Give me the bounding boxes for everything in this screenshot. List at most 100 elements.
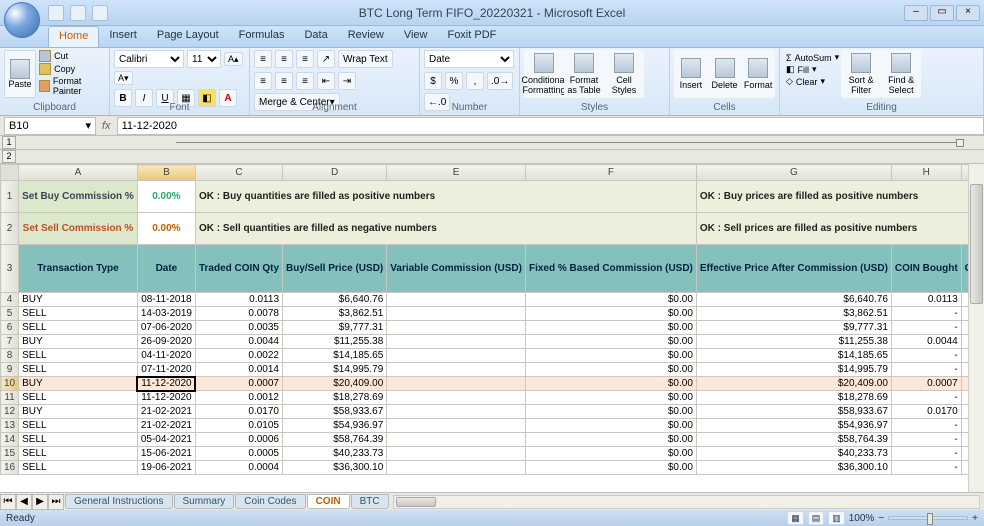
- sheet-tab-coin[interactable]: COIN: [307, 494, 350, 509]
- cell-A4[interactable]: BUY: [19, 293, 138, 307]
- cell-A13[interactable]: SELL: [19, 419, 138, 433]
- cell-F4[interactable]: $0.00: [525, 293, 696, 307]
- cell-G6[interactable]: $9,777.31: [696, 321, 891, 335]
- row-header-7[interactable]: 7: [1, 335, 19, 349]
- cell-A16[interactable]: SELL: [19, 461, 138, 475]
- orientation-button[interactable]: ↗: [317, 50, 335, 68]
- format-painter-button[interactable]: Format Painter: [39, 76, 105, 96]
- outline-level-2[interactable]: 2: [2, 150, 16, 163]
- cell-C10[interactable]: 0.0007: [195, 377, 282, 391]
- cell-C7[interactable]: 0.0044: [195, 335, 282, 349]
- cell-G9[interactable]: $14,995.79: [696, 363, 891, 377]
- row-header-2[interactable]: 2: [1, 213, 19, 245]
- cell-D11[interactable]: $18,278.69: [283, 391, 387, 405]
- tab-last-button[interactable]: ⏭: [48, 494, 64, 510]
- increase-decimal-button[interactable]: .0→: [487, 72, 513, 90]
- cell-E13[interactable]: [387, 419, 526, 433]
- cell-H15[interactable]: -: [891, 447, 961, 461]
- insert-cells-button[interactable]: Insert: [674, 50, 708, 98]
- cell-B2[interactable]: 0.00%: [137, 213, 195, 245]
- cell-E8[interactable]: [387, 349, 526, 363]
- cell-F14[interactable]: $0.00: [525, 433, 696, 447]
- view-normal-button[interactable]: ▦: [787, 511, 804, 525]
- sheet-tab-general-instructions[interactable]: General Instructions: [65, 494, 173, 509]
- decrease-font-button[interactable]: A▾: [114, 71, 133, 85]
- col-header-D[interactable]: D: [283, 165, 387, 181]
- number-format-select[interactable]: Date: [424, 50, 514, 68]
- font-size-select[interactable]: 11: [187, 50, 221, 68]
- cell-D13[interactable]: $54,936.97: [283, 419, 387, 433]
- cell-G1[interactable]: OK : Buy prices are filled as positive n…: [696, 181, 984, 213]
- cell-G15[interactable]: $40,233.73: [696, 447, 891, 461]
- cell-C12[interactable]: 0.0170: [195, 405, 282, 419]
- row-header-8[interactable]: 8: [1, 349, 19, 363]
- office-button[interactable]: [4, 2, 40, 38]
- cell-A8[interactable]: SELL: [19, 349, 138, 363]
- cell-B12[interactable]: 21-02-2021: [137, 405, 195, 419]
- header-B[interactable]: Date: [137, 245, 195, 293]
- cell-B10[interactable]: 11-12-2020: [137, 377, 195, 391]
- tab-first-button[interactable]: ⏮: [0, 494, 16, 510]
- cell-E12[interactable]: [387, 405, 526, 419]
- col-header-F[interactable]: F: [525, 165, 696, 181]
- cell-E14[interactable]: [387, 433, 526, 447]
- cell-C8[interactable]: 0.0022: [195, 349, 282, 363]
- cell-A12[interactable]: BUY: [19, 405, 138, 419]
- cell-A11[interactable]: SELL: [19, 391, 138, 405]
- row-header-6[interactable]: 6: [1, 321, 19, 335]
- col-header-G[interactable]: G: [696, 165, 891, 181]
- cell-B13[interactable]: 21-02-2021: [137, 419, 195, 433]
- cell-A14[interactable]: SELL: [19, 433, 138, 447]
- cell-E7[interactable]: [387, 335, 526, 349]
- cell-H7[interactable]: 0.0044: [891, 335, 961, 349]
- cell-A6[interactable]: SELL: [19, 321, 138, 335]
- cell-F6[interactable]: $0.00: [525, 321, 696, 335]
- ribbon-tab-foxit-pdf[interactable]: Foxit PDF: [437, 26, 506, 47]
- qat-redo[interactable]: [92, 5, 108, 21]
- col-header-H[interactable]: H: [891, 165, 961, 181]
- outline-level-1[interactable]: 1: [2, 136, 16, 149]
- cell-F11[interactable]: $0.00: [525, 391, 696, 405]
- zoom-out-button[interactable]: −: [878, 513, 884, 524]
- format-as-table-button[interactable]: Format as Table: [564, 50, 604, 98]
- cell-B15[interactable]: 15-06-2021: [137, 447, 195, 461]
- cell-D7[interactable]: $11,255.38: [283, 335, 387, 349]
- row-header-5[interactable]: 5: [1, 307, 19, 321]
- cell-G11[interactable]: $18,278.69: [696, 391, 891, 405]
- col-header-E[interactable]: E: [387, 165, 526, 181]
- row-header-1[interactable]: 1: [1, 181, 19, 213]
- cell-H8[interactable]: -: [891, 349, 961, 363]
- cell-H10[interactable]: 0.0007: [891, 377, 961, 391]
- cell-A10[interactable]: BUY: [19, 377, 138, 391]
- ribbon-tab-review[interactable]: Review: [338, 26, 394, 47]
- minimize-button[interactable]: –: [904, 5, 928, 21]
- cell-B4[interactable]: 08-11-2018: [137, 293, 195, 307]
- ribbon-tab-page-layout[interactable]: Page Layout: [147, 26, 229, 47]
- autosum-button[interactable]: Σ AutoSum ▾: [786, 52, 839, 63]
- cell-F15[interactable]: $0.00: [525, 447, 696, 461]
- cell-H4[interactable]: 0.0113: [891, 293, 961, 307]
- cell-A15[interactable]: SELL: [19, 447, 138, 461]
- view-break-button[interactable]: ▥: [828, 511, 845, 525]
- cell-H12[interactable]: 0.0170: [891, 405, 961, 419]
- cell-G10[interactable]: $20,409.00: [696, 377, 891, 391]
- cell-E10[interactable]: [387, 377, 526, 391]
- fx-icon[interactable]: fx: [96, 120, 117, 132]
- horizontal-scrollbar[interactable]: [393, 495, 980, 509]
- cut-button[interactable]: Cut: [39, 50, 105, 62]
- header-A[interactable]: Transaction Type: [19, 245, 138, 293]
- header-G[interactable]: Effective Price After Commission (USD): [696, 245, 891, 293]
- clear-button[interactable]: ◇ Clear ▾: [786, 76, 839, 87]
- cell-C11[interactable]: 0.0012: [195, 391, 282, 405]
- tab-next-button[interactable]: ▶: [32, 494, 48, 510]
- cell-C14[interactable]: 0.0006: [195, 433, 282, 447]
- cell-G13[interactable]: $54,936.97: [696, 419, 891, 433]
- cell-D5[interactable]: $3,862.51: [283, 307, 387, 321]
- cell-A9[interactable]: SELL: [19, 363, 138, 377]
- cell-A1[interactable]: Set Buy Commission %: [19, 181, 138, 213]
- cell-G7[interactable]: $11,255.38: [696, 335, 891, 349]
- col-header-A[interactable]: A: [19, 165, 138, 181]
- cell-G16[interactable]: $36,300.10: [696, 461, 891, 475]
- cell-D8[interactable]: $14,185.65: [283, 349, 387, 363]
- select-all-corner[interactable]: [1, 165, 19, 181]
